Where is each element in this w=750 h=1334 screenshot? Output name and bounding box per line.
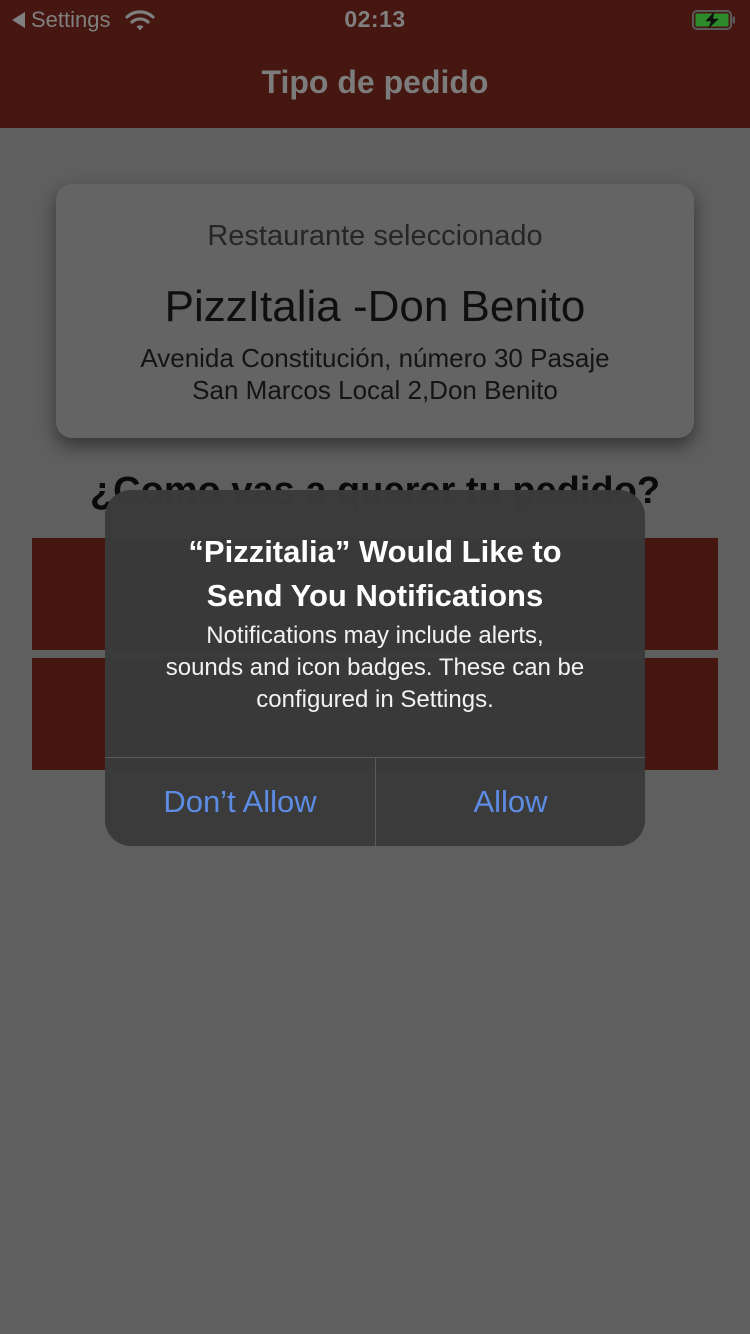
alert-title: “Pizzitalia” Would Like to Send You Noti… — [135, 530, 615, 618]
dont-allow-button[interactable]: Don’t Allow — [105, 758, 375, 846]
alert-message-line-3: configured in Settings. — [256, 686, 494, 713]
selected-restaurant-label: Restaurante seleccionado — [207, 220, 543, 252]
allow-button[interactable]: Allow — [376, 758, 645, 846]
navigation-bar: Tipo de pedido — [0, 40, 750, 128]
restaurant-name: PizzItalia -Don Benito — [164, 282, 586, 331]
notification-permission-alert: “Pizzitalia” Would Like to Send You Noti… — [105, 490, 645, 846]
alert-title-line-1: “Pizzitalia” Would Like to — [188, 534, 562, 569]
address-line-1: Avenida Constitución, número 30 Pasaje — [140, 343, 610, 373]
status-time: 02:13 — [344, 6, 406, 32]
restaurant-address: Avenida Constitución, número 30 Pasaje S… — [96, 342, 654, 406]
status-bar: Settings 02:13 — [0, 0, 750, 40]
alert-message-line-2: sounds and icon badges. These can be — [165, 654, 585, 681]
selected-restaurant-card: Restaurante seleccionado PizzItalia -Don… — [56, 184, 694, 438]
alert-message: Notifications may include alerts, sounds… — [129, 620, 621, 716]
page-title: Tipo de pedido — [261, 64, 489, 100]
alert-message-line-1: Notifications may include alerts, — [206, 622, 544, 649]
battery-charging-icon — [692, 10, 735, 30]
alert-title-line-2: Send You Notifications — [206, 578, 544, 613]
address-line-2: San Marcos Local 2,Don Benito — [192, 375, 558, 405]
